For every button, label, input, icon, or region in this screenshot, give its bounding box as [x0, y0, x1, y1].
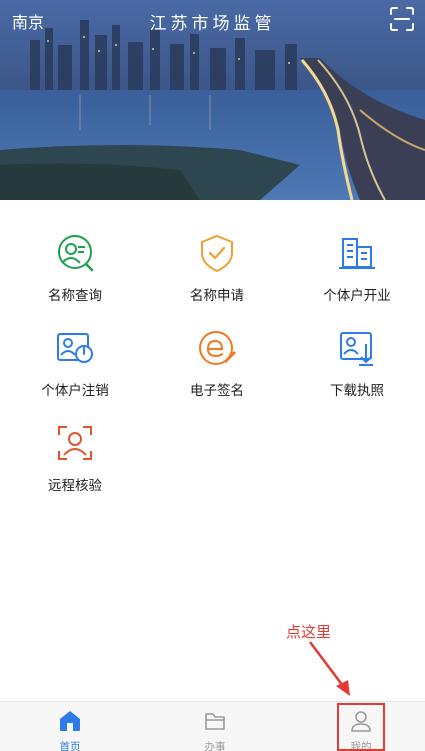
service-remote-verify[interactable]: 远程核验 — [15, 423, 135, 513]
service-e-signature[interactable]: 电子签名 — [157, 328, 277, 418]
header-banner: 南京 江苏市场监管 — [0, 0, 425, 200]
tab-home[interactable]: 首页 — [30, 702, 110, 751]
service-name-apply[interactable]: 名称申请 — [157, 233, 277, 323]
tab-services[interactable]: 办事 — [175, 702, 255, 751]
remote-verify-face-icon — [58, 426, 92, 460]
service-label: 名称申请 — [190, 288, 244, 304]
download-license-icon — [340, 332, 373, 366]
service-label: 下载执照 — [330, 383, 384, 399]
tab-label: 办事 — [204, 741, 226, 751]
service-label: 远程核验 — [48, 478, 102, 494]
app-title: 江苏市场监管 — [149, 14, 276, 34]
hint-arrow — [309, 641, 350, 696]
service-label: 电子签名 — [190, 383, 244, 399]
service-business-cancel[interactable]: 个体户注销 — [15, 328, 135, 418]
service-download-license[interactable]: 下载执照 — [297, 328, 417, 418]
e-signature-icon — [199, 331, 236, 365]
folder-icon — [205, 713, 225, 730]
highlight-box — [337, 703, 385, 751]
name-search-icon — [58, 235, 94, 272]
service-label: 个体户注销 — [41, 383, 109, 399]
service-business-open[interactable]: 个体户开业 — [297, 233, 417, 323]
business-open-building-icon — [339, 238, 375, 269]
tab-label: 首页 — [59, 741, 81, 751]
home-icon — [60, 711, 80, 731]
app-screen: 南京 江苏市场监管 名称查询 名称申请 个体户开业 个体户注销 电子签名 下载执… — [0, 0, 425, 751]
service-label: 名称查询 — [48, 288, 102, 304]
service-label: 个体户开业 — [323, 288, 391, 304]
service-name-search[interactable]: 名称查询 — [15, 233, 135, 323]
business-cancel-icon — [57, 333, 93, 363]
name-apply-shield-icon — [201, 234, 233, 273]
scan-icon[interactable] — [389, 6, 415, 32]
